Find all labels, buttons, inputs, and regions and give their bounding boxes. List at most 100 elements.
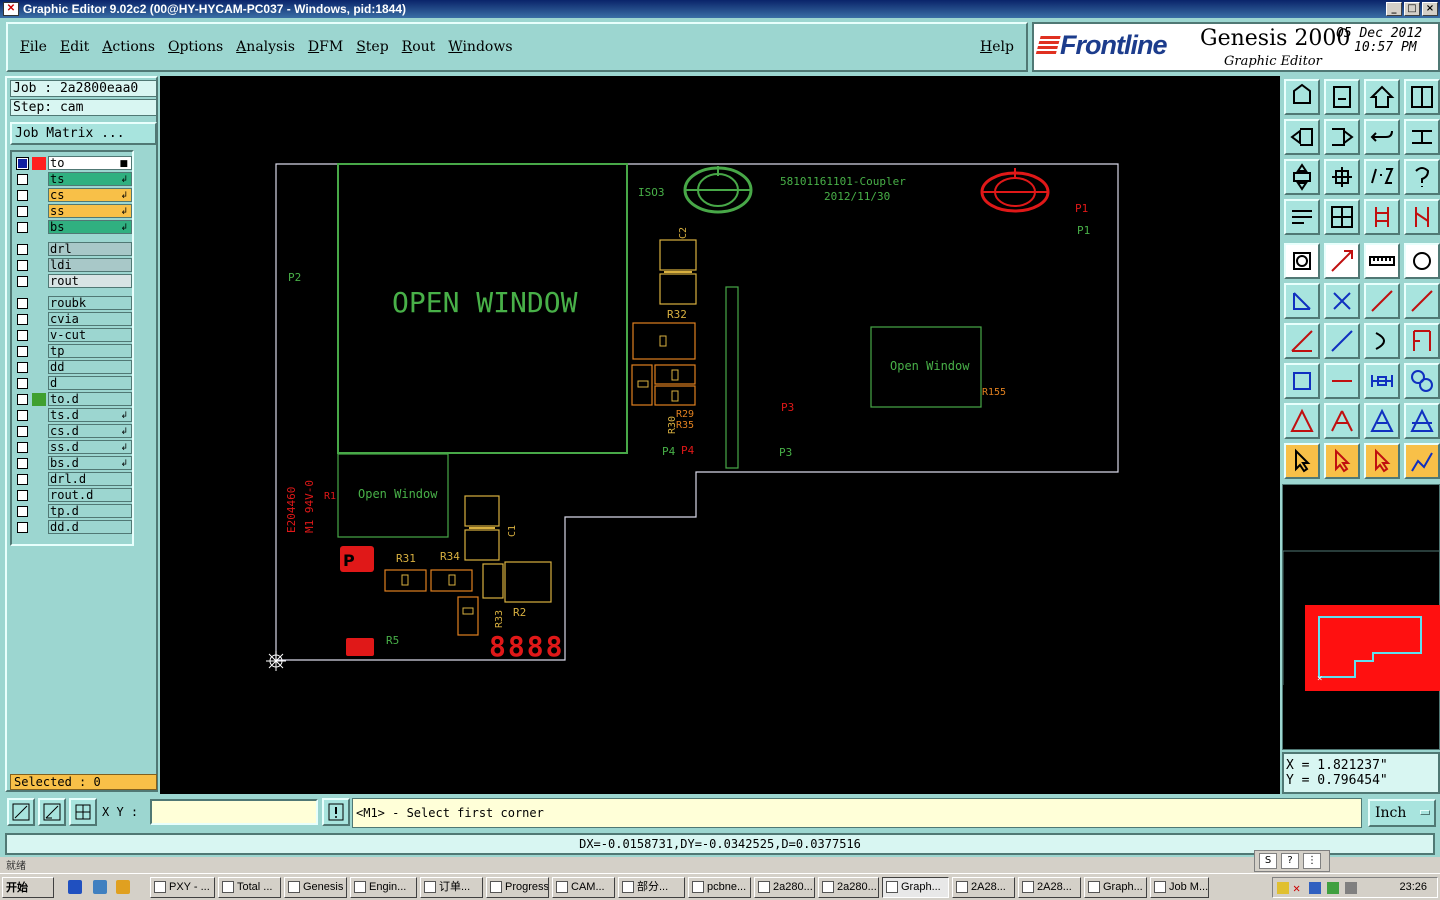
layer-checkbox[interactable]: [17, 474, 28, 485]
circle-pad-button[interactable]: [1404, 243, 1440, 279]
layer-checkbox[interactable]: [17, 222, 28, 233]
triangle-4-button[interactable]: [1404, 403, 1440, 439]
layer-row-cvia[interactable]: cvia: [14, 312, 132, 326]
layer-name[interactable]: bs.d ↲: [48, 456, 132, 470]
layer-name[interactable]: dd: [48, 360, 132, 374]
layer-row-dd[interactable]: dd: [14, 360, 132, 374]
minimize-button[interactable]: _: [1386, 2, 1402, 16]
layer-checkbox[interactable]: [17, 158, 28, 169]
grid-snap-button[interactable]: [69, 798, 97, 826]
ruler-button[interactable]: [1364, 243, 1400, 279]
taskbar-item[interactable]: Progress: [486, 877, 549, 898]
maximize-button[interactable]: □: [1404, 2, 1420, 16]
diagonal-button[interactable]: [1324, 323, 1360, 359]
pan-right-button[interactable]: [1324, 119, 1360, 155]
desktop-icon[interactable]: [93, 880, 107, 894]
layer-row-to.d[interactable]: to.d: [14, 392, 132, 406]
layer-highlight-button[interactable]: [1404, 199, 1440, 235]
select-pointer-button[interactable]: [1284, 443, 1320, 479]
triangle-3-button[interactable]: [1364, 403, 1400, 439]
layer-checkbox[interactable]: [17, 378, 28, 389]
select-pointer-2-button[interactable]: [1324, 443, 1360, 479]
grid-toggle-button[interactable]: [1324, 199, 1360, 235]
layer-row-bs[interactable]: bs ↲: [14, 220, 132, 234]
ime-help-button[interactable]: ?: [1281, 853, 1299, 869]
menu-step[interactable]: Step: [356, 39, 388, 55]
layer-row-ts[interactable]: ts ↲: [14, 172, 132, 186]
distance-button[interactable]: [1364, 363, 1400, 399]
taskbar-item[interactable]: Total ...: [218, 877, 281, 898]
layer-name[interactable]: roubk: [48, 296, 132, 310]
layer-row-rout.d[interactable]: rout.d: [14, 488, 132, 502]
layer-row-tp.d[interactable]: tp.d: [14, 504, 132, 518]
layer-checkbox[interactable]: [17, 410, 28, 421]
save-button[interactable]: [1324, 79, 1360, 115]
taskbar-item[interactable]: pcbne...: [688, 877, 751, 898]
layer-name[interactable]: tp: [48, 344, 132, 358]
layer-name[interactable]: cs.d ↲: [48, 424, 132, 438]
fit-center-button[interactable]: [1324, 159, 1360, 195]
layer-row-tp[interactable]: tp: [14, 344, 132, 358]
multi-pad-button[interactable]: [1404, 363, 1440, 399]
layer-row-ldi[interactable]: ldi: [14, 258, 132, 272]
layer-checkbox[interactable]: [17, 458, 28, 469]
start-button[interactable]: 开始: [2, 877, 54, 898]
cross-pad-button[interactable]: [1324, 283, 1360, 319]
taskbar-item[interactable]: Genesis: [284, 877, 347, 898]
layer-row-dd.d[interactable]: dd.d: [14, 520, 132, 534]
layer-name[interactable]: dd.d: [48, 520, 132, 534]
layer-name[interactable]: ts ↲: [48, 172, 132, 186]
angle-button[interactable]: [1284, 323, 1320, 359]
taskbar-item[interactable]: 2a280...: [754, 877, 815, 898]
taskbar-item[interactable]: Graph...: [882, 877, 949, 898]
layer-row-cs.d[interactable]: cs.d ↲: [14, 424, 132, 438]
triangle-2-button[interactable]: [1324, 403, 1360, 439]
layer-name[interactable]: cs ↲: [48, 188, 132, 202]
pan-left-button[interactable]: [1284, 119, 1320, 155]
layer-row-ts.d[interactable]: ts.d ↲: [14, 408, 132, 422]
taskbar-item[interactable]: PXY - ...: [150, 877, 215, 898]
line-endpoint-2-button[interactable]: [1404, 283, 1440, 319]
layer-name[interactable]: bs ↲: [48, 220, 132, 234]
taskbar-item[interactable]: 部分...: [618, 877, 685, 898]
pad-select-button[interactable]: [1284, 363, 1320, 399]
menu-help[interactable]: Help: [980, 39, 1014, 55]
menu-edit[interactable]: Edit: [60, 39, 89, 55]
layer-row-roubk[interactable]: roubk: [14, 296, 132, 310]
layer-checkbox[interactable]: [17, 426, 28, 437]
layer-name[interactable]: ts.d ↲: [48, 408, 132, 422]
zoom-fit-button[interactable]: [7, 798, 35, 826]
layer-row-ss.d[interactable]: ss.d ↲: [14, 440, 132, 454]
menu-options[interactable]: Options: [168, 39, 223, 55]
menu-file[interactable]: File: [20, 39, 47, 55]
layer-checkbox[interactable]: [17, 206, 28, 217]
arc-button[interactable]: [1364, 323, 1400, 359]
layer-checkbox[interactable]: [17, 442, 28, 453]
measure-mode-button[interactable]: [38, 798, 66, 826]
layer-name[interactable]: ldi: [48, 258, 132, 272]
units-selector[interactable]: Inch: [1368, 799, 1436, 827]
layer-name[interactable]: drl: [48, 242, 132, 256]
layer-name[interactable]: d: [48, 376, 132, 390]
layer-checkbox[interactable]: [17, 298, 28, 309]
line-red-button[interactable]: [1324, 243, 1360, 279]
ie-icon[interactable]: [68, 880, 82, 894]
info-button[interactable]: [322, 798, 350, 826]
layer-row-ss[interactable]: ss ↲: [14, 204, 132, 218]
taskbar-item[interactable]: 2A28...: [952, 877, 1015, 898]
taskbar-item[interactable]: 2a280...: [818, 877, 879, 898]
media-icon[interactable]: [116, 880, 130, 894]
layer-checkbox[interactable]: [17, 362, 28, 373]
layer-name[interactable]: ss.d ↲: [48, 440, 132, 454]
fit-vertical-button[interactable]: [1284, 159, 1320, 195]
layer-name[interactable]: rout: [48, 274, 132, 288]
layer-row-v-cut[interactable]: v-cut: [14, 328, 132, 342]
layer-name[interactable]: cvia: [48, 312, 132, 326]
taskbar-item[interactable]: CAM...: [552, 877, 615, 898]
layer-checkbox[interactable]: [17, 174, 28, 185]
overview-map[interactable]: ×: [1282, 484, 1440, 750]
layer-checkbox[interactable]: [17, 394, 28, 405]
line-endpoint-button[interactable]: [1364, 283, 1400, 319]
menu-analysis[interactable]: Analysis: [236, 39, 295, 55]
mirror-button[interactable]: [1404, 323, 1440, 359]
